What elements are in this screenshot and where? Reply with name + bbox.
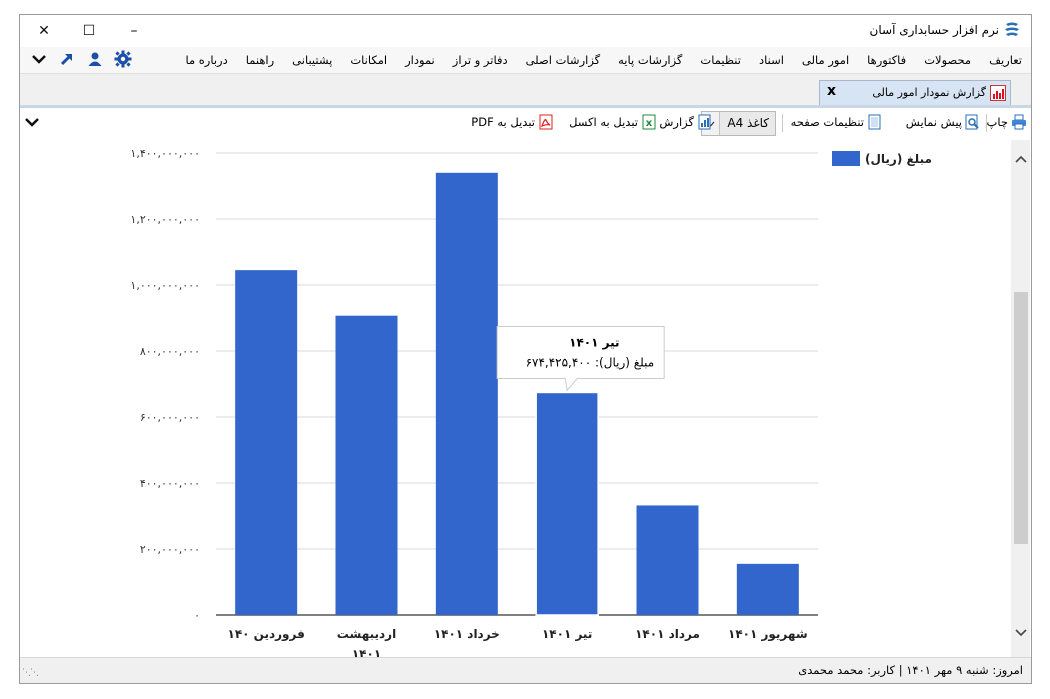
chart-legend: مبلغ (ریال) [832, 151, 932, 166]
menu-documents[interactable]: اسناد [750, 47, 793, 73]
menu-help[interactable]: راهنما [237, 47, 283, 73]
y-axis-ticks: ۰ ۲۰۰,۰۰۰,۰۰۰ ۴۰۰,۰۰۰,۰۰۰ ۶۰۰,۰۰۰,۰۰۰ ۸۰۰,۰۰… [130, 147, 200, 622]
minimize-icon: – [130, 23, 138, 39]
bar-5[interactable] [736, 563, 799, 615]
bar-4[interactable] [636, 505, 699, 615]
preview-button[interactable]: پیش نمایش [906, 114, 981, 130]
y-tick-label: ۴۰۰,۰۰۰,۰۰۰ [140, 477, 200, 490]
bar-2[interactable] [435, 172, 498, 616]
close-icon: ✕ [38, 23, 50, 39]
bar-chart: ۰ ۲۰۰,۰۰۰,۰۰۰ ۴۰۰,۰۰۰,۰۰۰ ۶۰۰,۰۰۰,۰۰۰ ۸۰۰,۰۰… [130, 147, 932, 657]
window-title: نرم افزار حسابداری آسان [869, 23, 999, 37]
legend-swatch [832, 151, 860, 166]
y-tick-label: ۶۰۰,۰۰۰,۰۰۰ [140, 411, 200, 424]
chevron-down-icon[interactable] [24, 114, 40, 133]
maximize-icon: ☐ [82, 23, 96, 39]
report-icon [698, 114, 711, 130]
report-toolbar: چاپ پیش نمایش تنظیمات صفحه کاغذ A4 گزارش… [20, 108, 1031, 138]
menu-definitions[interactable]: تعاریف [980, 47, 1031, 73]
scroll-up-icon[interactable] [1014, 152, 1028, 166]
chart-gridlines [216, 152, 818, 616]
magnifier-page-icon [965, 114, 979, 130]
report-button[interactable]: گزارش [659, 114, 713, 130]
menu-settings[interactable]: تنظیمات [691, 47, 750, 73]
app-logo-icon [1005, 22, 1019, 36]
y-tick-label: ۱,۴۰۰,۰۰۰,۰۰۰ [130, 147, 200, 160]
user-icon[interactable] [86, 50, 104, 68]
scroll-down-icon[interactable] [1014, 626, 1028, 640]
menu-basic-reports[interactable]: گزارشات پایه [609, 47, 691, 73]
page-settings-button[interactable]: تنظیمات صفحه [791, 114, 883, 130]
export-pdf-button[interactable]: تبدیل به PDF [471, 114, 554, 130]
application-window: ✕ ☐ – نرم افزار حسابداری آسان تعاریف محص… [0, 0, 1050, 699]
bar-1[interactable] [335, 315, 398, 615]
paper-size-value: کاغذ A4 [727, 116, 769, 130]
page-settings-label: تنظیمات صفحه [790, 115, 864, 129]
toolbar-separator [782, 114, 783, 132]
bar-0[interactable] [235, 270, 298, 615]
menu-icon-group [30, 50, 132, 68]
menu-bar: تعاریف محصولات فاکتورها امور مالی اسناد … [20, 47, 1031, 73]
printer-icon [1012, 114, 1026, 130]
x-tick-label: فروردین ۱۴۰ [228, 627, 305, 642]
tooltip-value: مبلغ (ریال): ۶۷۴,۴۲۵,۴۰۰ [526, 355, 655, 370]
export-excel-label: تبدیل به اکسل [569, 115, 638, 129]
x-axis-labels: فروردین ۱۴۰ اردیبهشت ۱۴۰۱ خرداد ۱۴۰۱ تیر ۱۴۰… [228, 627, 808, 657]
bar-3[interactable] [535, 391, 599, 616]
scrollbar-thumb[interactable] [1014, 292, 1028, 544]
export-excel-button[interactable]: x تبدیل به اکسل [569, 114, 657, 130]
tab-strip: گزارش نمودار امور مالی x [20, 73, 1031, 106]
status-text: امروز: شنبه ۹ مهر ۱۴۰۱ | کاربر: محمد محم… [798, 663, 1023, 677]
y-tick-label: ۸۰۰,۰۰۰,۰۰۰ [140, 345, 200, 358]
menu-main-reports[interactable]: گزارشات اصلی [517, 47, 610, 73]
close-button[interactable]: ✕ [22, 19, 66, 43]
chart-tooltip: تیر ۱۴۰۱ مبلغ (ریال): ۶۷۴,۴۲۵,۴۰۰ [496, 325, 665, 392]
print-label: چاپ [986, 115, 1008, 129]
x-tick-label: خرداد ۱۴۰۱ [434, 627, 500, 641]
y-tick-label: ۰ [194, 609, 200, 622]
x-tick-label: اردیبهشت [337, 627, 396, 641]
menu-chart[interactable]: نمودار [396, 47, 444, 73]
menu-support[interactable]: پشتیبانی [283, 47, 341, 73]
menu-features[interactable]: امکانات [341, 47, 396, 73]
x-tick-label: ۱۴۰۱ [352, 647, 381, 657]
x-tick-label: مرداد ۱۴۰۱ [635, 627, 700, 641]
tab-label: گزارش نمودار امور مالی [872, 86, 986, 99]
page-settings-icon [868, 114, 881, 130]
svg-text:x: x [646, 118, 653, 129]
tab-financial-chart-report[interactable]: گزارش نمودار امور مالی x [819, 80, 1011, 106]
toolbar-separator [986, 114, 987, 132]
chart-area: ۰ ۲۰۰,۰۰۰,۰۰۰ ۴۰۰,۰۰۰,۰۰۰ ۶۰۰,۰۰۰,۰۰۰ ۸۰۰,۰۰… [21, 140, 1011, 657]
menu-about[interactable]: درباره ما [176, 47, 236, 73]
y-tick-label: ۲۰۰,۰۰۰,۰۰۰ [140, 543, 200, 556]
chart-report-icon [990, 85, 1006, 101]
title-bar: ✕ ☐ – نرم افزار حسابداری آسان [20, 15, 1031, 47]
gear-icon[interactable] [114, 50, 132, 68]
report-label: گزارش [659, 115, 694, 129]
y-tick-label: ۱,۲۰۰,۰۰۰,۰۰۰ [130, 213, 200, 226]
pdf-icon [539, 114, 553, 130]
y-tick-label: ۱,۰۰۰,۰۰۰,۰۰۰ [130, 279, 200, 292]
excel-icon: x [642, 114, 656, 130]
x-tick-label: شهریور ۱۴۰۱ [728, 627, 808, 642]
vertical-scrollbar[interactable] [1011, 140, 1030, 657]
chevron-down-icon[interactable] [30, 50, 48, 68]
tab-close-icon[interactable]: x [827, 83, 836, 99]
maximize-button[interactable]: ☐ [67, 19, 111, 43]
menu-ledgers[interactable]: دفاتر و تراز [444, 47, 517, 73]
status-bar: امروز: شنبه ۹ مهر ۱۴۰۱ | کاربر: محمد محم… [20, 657, 1031, 683]
arrow-up-right-icon[interactable] [58, 50, 76, 68]
menu-invoices[interactable]: فاکتورها [858, 47, 915, 73]
menu-financial[interactable]: امور مالی [793, 47, 858, 73]
x-tick-label: تیر ۱۴۰۱ [542, 627, 592, 641]
print-button[interactable]: چاپ [987, 114, 1027, 130]
export-pdf-label: تبدیل به PDF [471, 115, 535, 129]
tooltip-title: تیر ۱۴۰۱ [569, 335, 619, 349]
preview-label: پیش نمایش [905, 115, 962, 129]
menu-products[interactable]: محصولات [915, 47, 980, 73]
minimize-button[interactable]: – [112, 19, 156, 43]
resize-grip-icon[interactable]: ⋰⋰ [22, 668, 39, 678]
legend-label: مبلغ (ریال) [865, 152, 932, 166]
